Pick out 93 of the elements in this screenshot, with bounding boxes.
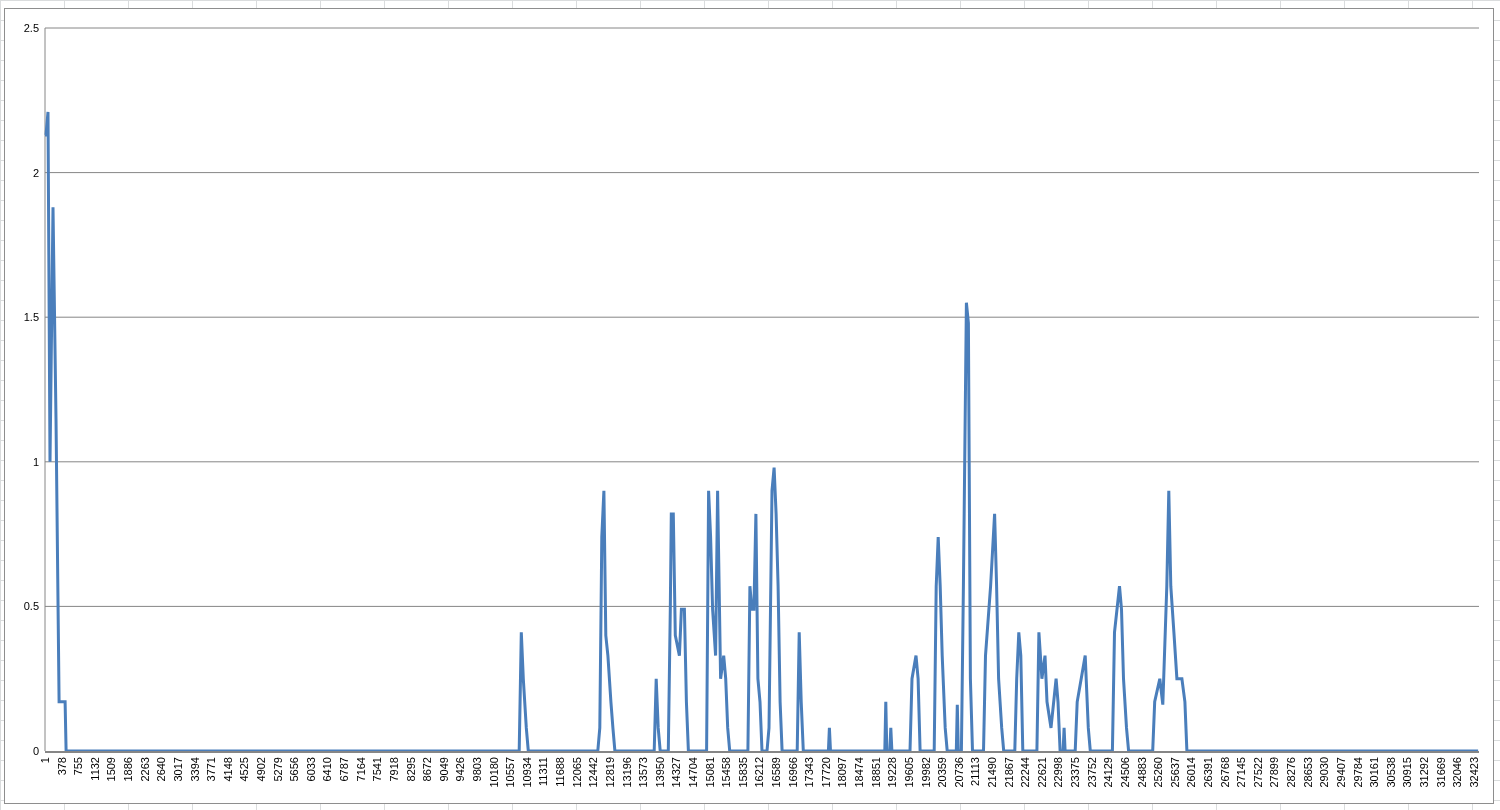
x-tick-label: 12819 [603, 757, 616, 788]
y-tick-label: 0 [32, 745, 39, 757]
x-tick-label: 29407 [1334, 757, 1347, 788]
x-tick-label: 5656 [288, 757, 301, 782]
x-tick-label: 21113 [969, 757, 982, 786]
x-tick-label: 4148 [221, 757, 234, 782]
x-tick-label: 27899 [1268, 757, 1281, 788]
x-tick-label: 755 [72, 757, 85, 776]
x-tick-label: 30915 [1401, 757, 1414, 788]
x-tick-label: 8295 [404, 757, 417, 782]
x-tick-label: 19228 [886, 757, 899, 788]
x-tick-label: 3394 [188, 757, 201, 782]
x-tick-label: 30538 [1384, 757, 1397, 788]
x-tick-label: 9803 [471, 757, 483, 782]
x-tick-label: 23375 [1069, 757, 1082, 788]
x-tick-label: 7918 [387, 757, 400, 782]
x-tick-label: 11688 [554, 757, 567, 787]
x-tick-label: 12065 [570, 757, 583, 788]
x-tick-label: 24129 [1102, 757, 1115, 788]
x-tick-label: 11311 [537, 757, 550, 786]
x-tick-label: 32423 [1467, 757, 1480, 788]
x-tick-label: 23752 [1085, 757, 1098, 788]
x-tick-label: 9049 [437, 757, 450, 782]
x-tick-label: 27522 [1251, 757, 1264, 788]
x-tick-label: 29030 [1318, 757, 1331, 788]
x-tick-label: 22998 [1052, 757, 1065, 788]
x-tick-label: 1509 [105, 757, 118, 782]
x-tick-label: 8672 [421, 757, 434, 782]
x-tick-label: 1 [39, 757, 51, 764]
x-tick-label: 18851 [869, 757, 882, 788]
x-tick-label: 6787 [338, 757, 351, 782]
x-tick-label: 25260 [1152, 757, 1165, 788]
x-tick-label: 14704 [686, 757, 699, 788]
x-tick-label: 25637 [1168, 757, 1181, 788]
x-tick-label: 21867 [1002, 757, 1015, 788]
x-tick-label: 378 [55, 757, 68, 776]
x-tick-label: 22621 [1035, 757, 1048, 788]
x-tick-label: 14327 [670, 757, 683, 788]
x-tick-label: 28276 [1285, 757, 1298, 788]
x-tick-label: 10557 [504, 757, 517, 788]
x-tick-label: 31292 [1418, 757, 1430, 788]
x-tick-label: 3017 [171, 757, 184, 782]
x-tick-label: 29784 [1351, 757, 1364, 788]
x-tick-label: 22244 [1019, 757, 1032, 788]
x-tick-label: 19605 [902, 757, 915, 788]
x-tick-label: 1132 [88, 757, 101, 781]
x-tick-label: 4902 [255, 757, 267, 782]
x-tick-label: 30161 [1368, 757, 1381, 788]
x-tick-label: 26768 [1218, 757, 1231, 788]
x-tick-label: 3771 [205, 757, 218, 782]
x-tick-label: 7164 [354, 757, 367, 782]
y-tick-label: 1.5 [23, 311, 39, 324]
x-tick-label: 17343 [803, 757, 816, 788]
x-tick-label: 20736 [952, 757, 965, 788]
x-tick-label: 18474 [853, 757, 866, 788]
x-tick-label: 16212 [753, 757, 766, 788]
x-tick-label: 12442 [587, 757, 600, 788]
x-tick-label: 18097 [836, 757, 849, 788]
x-tick-label: 2263 [138, 757, 151, 782]
y-tick-label: 1 [32, 455, 39, 468]
x-tick-label: 19982 [919, 757, 932, 788]
x-tick-label: 17720 [819, 757, 832, 788]
x-tick-label: 9426 [454, 757, 467, 782]
x-tick-label: 24883 [1135, 757, 1148, 788]
x-tick-label: 26014 [1185, 757, 1198, 788]
x-tick-label: 24506 [1118, 757, 1131, 788]
x-tick-label: 7541 [371, 757, 384, 782]
x-tick-label: 15458 [720, 757, 733, 788]
x-tick-label: 21490 [986, 757, 998, 788]
x-tick-label: 13196 [620, 757, 633, 788]
x-tick-label: 16589 [770, 757, 783, 788]
x-tick-label: 6033 [304, 757, 317, 782]
x-tick-label: 27145 [1235, 757, 1248, 788]
x-tick-label: 13950 [653, 757, 666, 788]
y-tick-label: 2 [32, 166, 39, 179]
x-tick-label: 15835 [736, 757, 749, 788]
x-tick-label: 2640 [155, 757, 168, 782]
x-tick-label: 4525 [238, 757, 251, 782]
x-tick-label: 1886 [122, 757, 135, 782]
x-tick-label: 6410 [321, 757, 334, 782]
x-tick-label: 32046 [1451, 757, 1464, 788]
x-tick-label: 10934 [520, 757, 533, 788]
x-tick-label: 26391 [1202, 757, 1214, 788]
x-tick-label: 15081 [703, 757, 716, 788]
x-tick-label: 31669 [1434, 757, 1447, 788]
x-tick-label: 28653 [1301, 757, 1314, 788]
x-tick-label: 5279 [271, 757, 284, 782]
x-tick-label: 13573 [637, 757, 650, 788]
x-tick-label: 16966 [786, 757, 799, 788]
y-tick-label: 2.5 [23, 22, 39, 34]
x-tick-label: 20359 [936, 757, 949, 788]
y-tick-label: 0.5 [23, 600, 39, 613]
x-tick-label: 10180 [487, 757, 500, 788]
